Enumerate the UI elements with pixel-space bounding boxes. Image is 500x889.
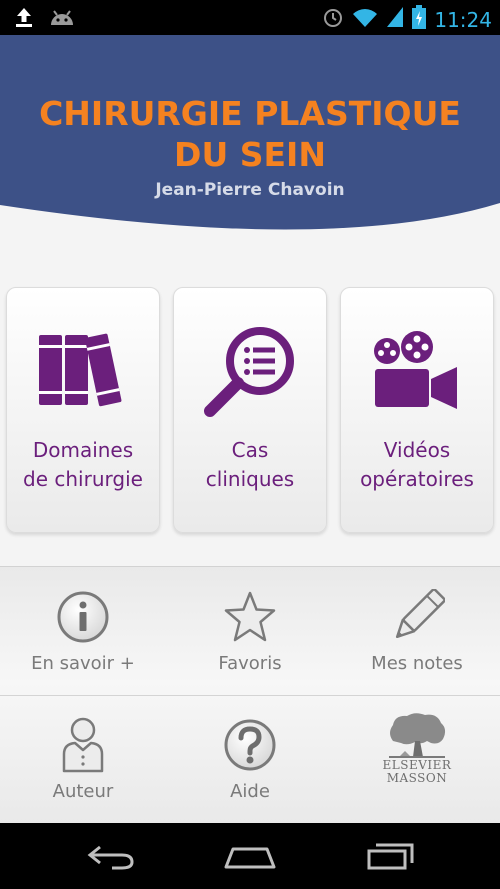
alarm-icon <box>322 6 344 33</box>
android-icon <box>48 7 76 32</box>
person-icon <box>0 715 166 775</box>
menu-item-label: Auteur <box>52 781 114 802</box>
home-icon[interactable] <box>223 841 277 876</box>
clock: 11:24 <box>434 7 492 32</box>
card-videos-operatoires[interactable]: Vidéos opératoires <box>340 287 494 533</box>
menu-item-auteur[interactable]: Auteur <box>0 695 166 823</box>
info-icon <box>0 587 166 647</box>
menu-item-label: Mes notes <box>371 653 463 674</box>
pencil-icon <box>334 587 500 647</box>
upload-icon <box>14 6 34 33</box>
menu-item-aide[interactable]: Aide <box>167 695 333 823</box>
card-label: Cas cliniques <box>205 438 295 491</box>
app-title: CHIRURGIE PLASTIQUE DU SEIN <box>39 94 461 174</box>
star-icon <box>167 587 333 647</box>
menu-item-elsevier-masson[interactable]: ELSEVIER MASSON <box>334 695 500 823</box>
menu-item-label: Favoris <box>218 653 282 674</box>
card-cas-cliniques[interactable]: Cas cliniques <box>173 287 327 533</box>
recent-apps-icon[interactable] <box>366 841 416 876</box>
signal-icon <box>386 6 404 33</box>
status-bar: 11:24 <box>0 0 500 35</box>
menu-item-en-savoir-plus[interactable]: En savoir + <box>0 567 166 695</box>
menu-item-favoris[interactable]: Favoris <box>167 567 333 695</box>
elsevier-logo-text: ELSEVIER MASSON <box>382 758 452 785</box>
help-icon <box>167 715 333 775</box>
elsevier-logo: ELSEVIER MASSON <box>334 711 500 785</box>
navigation-bar <box>0 823 500 889</box>
bottom-menu: En savoir + Favoris Mes notes Auteur Aid… <box>0 566 500 824</box>
magnifier-list-icon <box>174 326 326 417</box>
back-icon[interactable] <box>86 841 136 876</box>
app-header: CHIRURGIE PLASTIQUE DU SEIN Jean-Pierre … <box>0 35 500 241</box>
card-domaines-de-chirurgie[interactable]: Domaines de chirurgie <box>6 287 160 533</box>
wifi-icon <box>352 6 378 33</box>
film-camera-icon <box>341 326 493 416</box>
books-icon <box>7 326 159 416</box>
menu-item-label: Aide <box>230 781 270 802</box>
card-label: Domaines de chirurgie <box>23 438 143 491</box>
battery-icon <box>412 5 427 34</box>
tree-icon <box>389 713 446 758</box>
menu-item-mes-notes[interactable]: Mes notes <box>334 567 500 695</box>
menu-item-label: En savoir + <box>31 653 135 674</box>
author-name: Jean-Pierre Chavoin <box>155 180 345 200</box>
card-label: Vidéos opératoires <box>360 438 474 491</box>
